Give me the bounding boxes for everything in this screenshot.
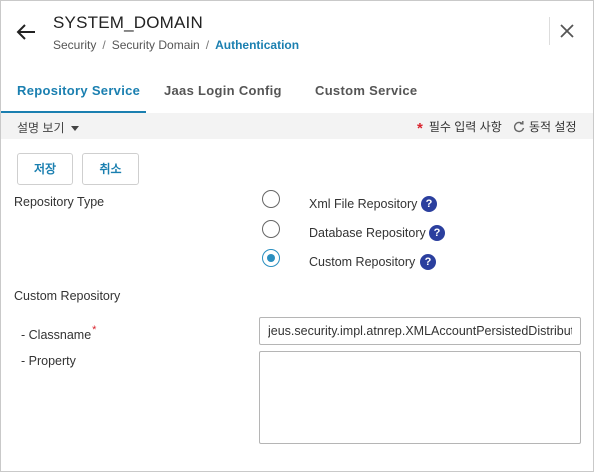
breadcrumb-item-security[interactable]: Security [53,38,96,52]
custom-repository-section-label: Custom Repository [14,289,121,303]
breadcrumb-item-authentication: Authentication [215,38,300,52]
breadcrumb-item-security-domain[interactable]: Security Domain [112,38,200,52]
required-legend-label: 필수 입력 사항 [428,120,502,134]
page-title: SYSTEM_DOMAIN [53,13,203,32]
radio-xml-file-repository[interactable] [262,190,280,208]
help-icon[interactable]: ? [420,254,436,270]
classname-label: - Classname* [21,324,96,342]
classname-input[interactable] [259,317,581,345]
tab-bar: Repository Service Jaas Login Config Cus… [1,71,593,113]
close-icon[interactable] [559,23,575,39]
save-button[interactable]: 저장 [17,153,73,185]
refresh-icon [513,121,525,133]
classname-label-text: - Classname [21,328,92,342]
description-toggle[interactable]: 설명 보기 [17,119,79,136]
help-icon[interactable]: ? [429,225,445,241]
breadcrumb-separator: / [205,38,210,52]
help-icon[interactable]: ? [421,196,437,212]
radio-custom-repository[interactable] [262,249,280,267]
dynamic-legend: 동적 설정 [513,118,577,135]
radio-label-database-repository[interactable]: Database Repository [309,226,426,240]
tab-jaas-login-config[interactable]: Jaas Login Config [164,71,282,113]
dialog-frame: SYSTEM_DOMAIN Security / Security Domain / A… [0,0,594,472]
radio-label-custom-repository[interactable]: Custom Repository [309,255,415,269]
dynamic-legend-label: 동적 설정 [529,120,577,134]
cancel-button[interactable]: 취소 [82,153,139,185]
dialog-header: SYSTEM_DOMAIN Security / Security Domain / A… [1,1,593,65]
info-bar: 설명 보기 * 필수 입력 사항 동적 설정 [1,113,593,139]
repository-type-label: Repository Type [14,195,105,209]
breadcrumb-separator: / [102,38,106,52]
description-toggle-label: 설명 보기 [17,121,65,135]
breadcrumb: Security / Security Domain / Authentication [53,38,299,52]
tab-repository-service[interactable]: Repository Service [17,71,140,113]
radio-database-repository[interactable] [262,220,280,238]
required-legend: * 필수 입력 사항 [417,118,502,137]
tab-custom-service[interactable]: Custom Service [315,71,417,113]
required-asterisk-icon: * [417,120,423,137]
back-arrow-icon[interactable] [15,21,37,43]
required-asterisk-icon: * [92,324,97,336]
header-divider [549,17,550,45]
property-textarea[interactable] [259,351,581,444]
caret-down-icon [70,126,79,132]
radio-label-xml-file-repository[interactable]: Xml File Repository [309,197,417,211]
property-label: - Property [21,354,76,368]
